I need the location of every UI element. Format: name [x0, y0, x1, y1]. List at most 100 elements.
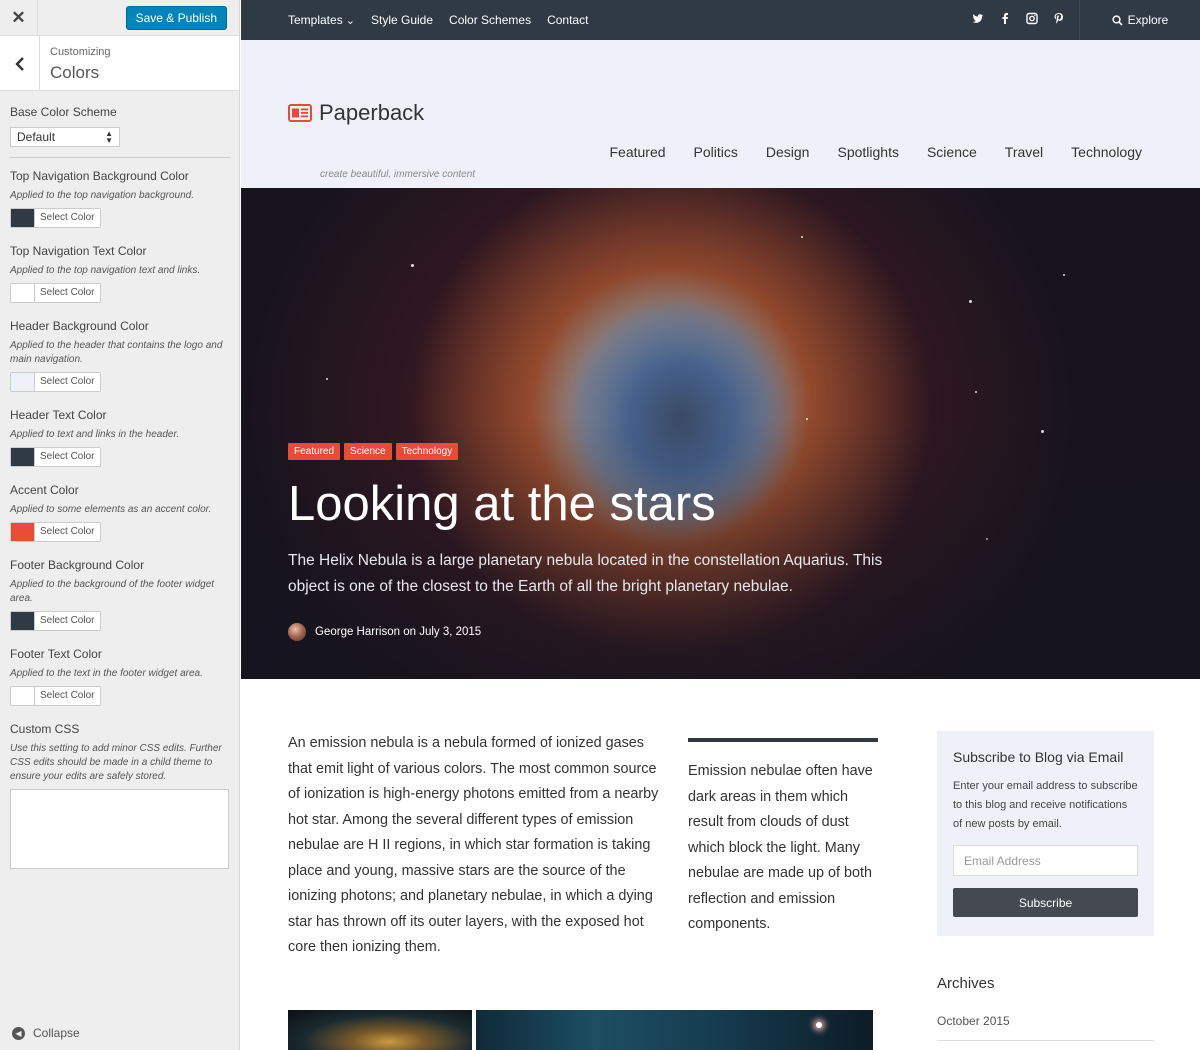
select-color-button[interactable]: Select Color [10, 611, 102, 631]
base-scheme-label: Base Color Scheme [10, 105, 117, 119]
select-color-button[interactable]: Select Color [10, 208, 102, 228]
instagram-icon[interactable] [1026, 12, 1038, 26]
subscribe-button[interactable]: Subscribe [953, 888, 1138, 917]
star [1063, 274, 1065, 276]
chevron-down-icon: ⌄ [342, 15, 355, 27]
back-button[interactable] [0, 36, 40, 91]
main-nav-item[interactable]: Technology [1071, 144, 1142, 160]
color-option-label: Top Navigation Text Color [10, 244, 147, 258]
collapse-label: Collapse [33, 1026, 80, 1040]
site-logo[interactable]: Paperback [288, 100, 424, 126]
pinterest-icon[interactable] [1053, 12, 1065, 26]
top-nav-item[interactable]: Templates ⌄ [288, 13, 355, 27]
select-color-label: Select Color [35, 209, 101, 227]
color-option-desc: Applied to the background of the footer … [10, 579, 215, 604]
subscribe-widget: Subscribe to Blog via Email Enter your e… [937, 731, 1154, 936]
base-scheme-select[interactable]: Default ▲ ▼ [10, 127, 120, 147]
top-nav-item[interactable]: Color Schemes [449, 13, 531, 27]
twitter-icon[interactable] [972, 12, 984, 26]
select-color-button[interactable]: Select Color [10, 372, 102, 392]
color-option-label: Footer Background Color [10, 558, 145, 572]
color-option-desc: Applied to the top navigation background… [10, 190, 195, 201]
star [975, 391, 977, 393]
explore-button[interactable]: Explore [1079, 0, 1200, 40]
archive-link[interactable]: October 2015 [937, 1014, 1010, 1028]
color-option-desc: Applied to the top navigation text and l… [10, 265, 201, 276]
post-tag[interactable]: Science [344, 443, 392, 460]
main-nav-item[interactable]: Featured [609, 144, 665, 160]
collapse-button[interactable]: ◀ Collapse [12, 1026, 80, 1040]
breadcrumb: Customizing [50, 46, 111, 58]
customizer-controls: Base Color Scheme Default ▲ ▼ Top Navigat… [0, 91, 239, 869]
save-publish-button[interactable]: Save & Publish [125, 6, 227, 30]
site-preview: Templates ⌄ Style Guide Color Schemes Conta… [241, 0, 1200, 1050]
main-nav-item[interactable]: Spotlights [837, 144, 898, 160]
select-color-label: Select Color [35, 612, 101, 630]
color-option: Footer Background Color Applied to the ba… [10, 558, 229, 635]
color-option-desc: Applied to the text in the footer widget… [10, 668, 203, 679]
post-excerpt: The Helix Nebula is a large planetary ne… [288, 552, 883, 595]
post-tags: Featured Science Technology [288, 443, 462, 460]
color-option: Top Navigation Text Color Applied to the … [10, 244, 229, 307]
color-option-label: Header Text Color [10, 408, 107, 422]
color-option-label: Top Navigation Background Color [10, 169, 189, 183]
select-color-button[interactable]: Select Color [10, 686, 102, 706]
select-color-button[interactable]: Select Color [10, 522, 102, 542]
color-option: Header Background Color Applied to the he… [10, 319, 229, 396]
hero-banner[interactable]: Featured Science Technology Looking at the… [241, 188, 1200, 679]
customizer-sidebar: ✕ Save & Publish Customizing Colors Base… [0, 0, 240, 1050]
color-option: Header Text Color Applied to text and lin… [10, 408, 229, 471]
select-color-label: Select Color [35, 373, 101, 391]
article-body: An emission nebula is a nebula formed of… [288, 735, 659, 955]
main-nav-item[interactable]: Science [927, 144, 977, 160]
star [326, 378, 328, 380]
color-swatch [11, 612, 35, 630]
gallery-image[interactable] [288, 1010, 472, 1050]
social-links [957, 12, 1065, 26]
email-field[interactable] [953, 845, 1138, 876]
explore-label: Explore [1127, 13, 1169, 27]
select-color-label: Select Color [35, 284, 101, 302]
post-tag[interactable]: Featured [288, 443, 341, 460]
main-nav-item[interactable]: Politics [694, 144, 738, 160]
color-swatch [11, 209, 35, 227]
custom-css-label: Custom CSS [10, 722, 80, 736]
customizer-top-bar: ✕ Save & Publish [0, 0, 239, 36]
select-color-button[interactable]: Select Color [10, 283, 102, 303]
widget-title: Subscribe to Blog via Email [953, 749, 1124, 765]
select-color-label: Select Color [35, 687, 101, 705]
star [969, 300, 972, 303]
select-color-label: Select Color [35, 448, 101, 466]
byline-text: George Harrison on July 3, 2015 [315, 626, 482, 638]
author-avatar[interactable] [288, 623, 306, 641]
main-nav-item[interactable]: Travel [1005, 144, 1043, 160]
color-swatch [11, 523, 35, 541]
color-option-desc: Applied to some elements as an accent co… [10, 504, 212, 515]
star [816, 1022, 822, 1028]
main-nav-item[interactable]: Design [766, 144, 810, 160]
custom-css-textarea[interactable] [10, 789, 229, 869]
close-icon: ✕ [11, 8, 26, 27]
color-options: Top Navigation Background Color Applied t… [10, 169, 229, 710]
divider [10, 157, 230, 158]
base-scheme-value: Default [17, 130, 56, 144]
post-tag[interactable]: Technology [395, 443, 459, 460]
facebook-icon[interactable] [999, 12, 1011, 26]
main-navigation: Featured Politics Design Spotlights Science T… [581, 144, 1142, 160]
color-option-label: Footer Text Color [10, 647, 102, 661]
top-nav-item[interactable]: Contact [547, 13, 588, 27]
chevron-left-icon [14, 56, 24, 71]
gallery-image[interactable] [476, 1010, 873, 1050]
select-color-button[interactable]: Select Color [10, 447, 102, 467]
top-nav-item[interactable]: Style Guide [371, 13, 433, 27]
select-arrows-icon: ▲ ▼ [105, 129, 113, 145]
close-customizer-button[interactable]: ✕ [0, 0, 38, 36]
custom-css-desc: Use this setting to add minor CSS edits.… [10, 743, 222, 782]
post-title[interactable]: Looking at the stars [288, 476, 716, 532]
color-option-desc: Applied to the header that contains the … [10, 340, 223, 365]
color-option-label: Accent Color [10, 483, 79, 497]
color-option-desc: Applied to text and links in the header. [10, 429, 180, 440]
newspaper-icon [288, 104, 312, 122]
search-icon [1112, 14, 1123, 26]
site-tagline: create beautiful, immersive content [320, 169, 476, 180]
